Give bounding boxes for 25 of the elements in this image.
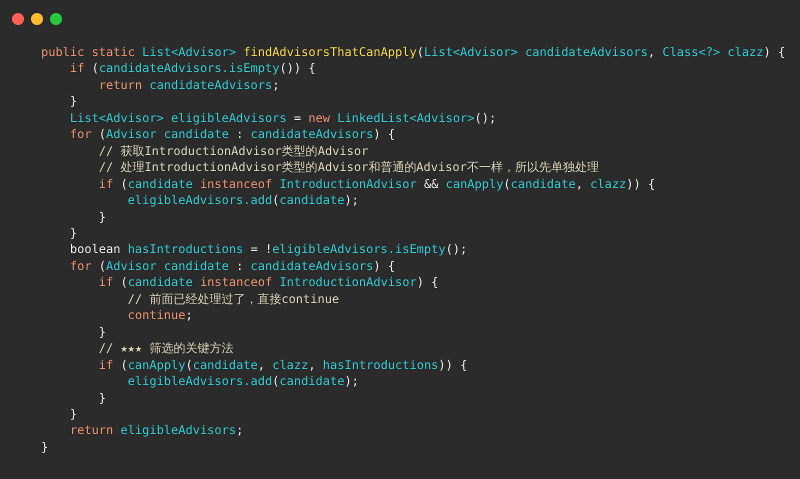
- code-line: eligibleAdvisors.add(candidate);: [128, 373, 359, 390]
- code-line: // 处理IntroductionAdvisor类型的Advisor和普通的Advisor不一样，所以先单独处理: [98, 159, 599, 176]
- code-line: if (candidate instanceof IntroductionAdvisor) {: [98, 274, 438, 291]
- code-line: }: [70, 406, 78, 422]
- code-line: }: [70, 224, 78, 242]
- code-line: // 获取IntroductionAdvisor类型的Advisor: [98, 142, 368, 160]
- code-line: }: [98, 208, 106, 225]
- code-line: }: [70, 93, 78, 110]
- code-line: }: [98, 390, 106, 406]
- code-line: // 前面已经处理过了，直接continue: [128, 290, 340, 308]
- code-line: eligibleAdvisors.add(candidate);: [128, 192, 359, 209]
- code-line: }: [98, 324, 106, 340]
- code-line: if (candidateAdvisors.isEmpty()) {: [70, 60, 316, 77]
- code-line: return candidateAdvisors;: [98, 76, 280, 94]
- code-line: continue;: [128, 307, 193, 324]
- code-line: if (candidate instanceof IntroductionAdvisor && canApply(candidate, clazz)) {: [98, 176, 656, 192]
- code-line: public static List<Advisor> findAdvisorsThatCanApply(List<Advisor> candidateAdvisors, Class<?> clazz) {: [41, 44, 786, 60]
- code-line: }: [41, 438, 48, 456]
- code-line: boolean hasIntroductions = !eligibleAdvisors.isEmpty();: [70, 241, 468, 258]
- code-line: for (Advisor candidate : candidateAdvisors) {: [70, 258, 396, 274]
- code-line: // ★★★ 筛选的关键方法: [98, 340, 234, 357]
- code-line: for (Advisor candidate : candidateAdvisors) {: [70, 126, 396, 143]
- code-line: List<Advisor> eligibleAdvisors = new LinkedList<Advisor>();: [70, 110, 496, 126]
- code-line: if (canApply(candidate, clazz, hasIntroductions)) {: [98, 356, 468, 374]
- code-line: return eligibleAdvisors;: [70, 422, 244, 439]
